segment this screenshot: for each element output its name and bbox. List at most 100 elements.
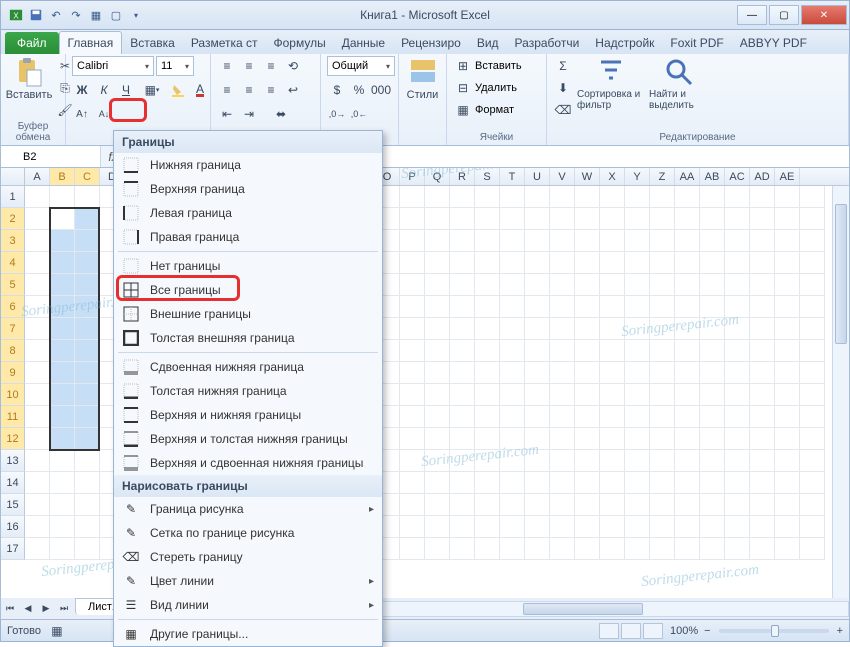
cell[interactable] <box>775 406 800 428</box>
cell[interactable] <box>700 406 725 428</box>
cell[interactable] <box>25 340 50 362</box>
cell[interactable] <box>400 516 425 538</box>
cell[interactable] <box>675 494 700 516</box>
cell[interactable] <box>575 450 600 472</box>
border-all-item[interactable]: Все границы <box>114 278 382 302</box>
cell[interactable] <box>75 252 100 274</box>
col-header[interactable]: AA <box>675 168 700 185</box>
align-right-icon[interactable]: ≡ <box>261 80 281 100</box>
cell[interactable] <box>675 428 700 450</box>
close-button[interactable]: ✕ <box>801 5 847 25</box>
cell[interactable] <box>775 274 800 296</box>
cell[interactable] <box>475 472 500 494</box>
cell[interactable] <box>50 252 75 274</box>
cell[interactable] <box>700 230 725 252</box>
cell[interactable] <box>725 384 750 406</box>
cell[interactable] <box>525 186 550 208</box>
cell[interactable] <box>775 186 800 208</box>
cell[interactable] <box>475 252 500 274</box>
cell[interactable] <box>700 186 725 208</box>
cell[interactable] <box>675 340 700 362</box>
cell[interactable] <box>50 274 75 296</box>
cell[interactable] <box>625 516 650 538</box>
cell[interactable] <box>400 318 425 340</box>
col-header[interactable]: A <box>25 168 50 185</box>
merge-icon[interactable]: ⬌ <box>261 104 301 124</box>
cell[interactable] <box>725 450 750 472</box>
cell[interactable] <box>725 362 750 384</box>
qat-icon-2[interactable]: ▢ <box>107 6 125 24</box>
col-header[interactable]: AC <box>725 168 750 185</box>
cell[interactable] <box>525 384 550 406</box>
cell[interactable] <box>775 340 800 362</box>
cell[interactable] <box>650 406 675 428</box>
cell[interactable] <box>675 296 700 318</box>
cell[interactable] <box>550 230 575 252</box>
cell[interactable] <box>550 186 575 208</box>
cell[interactable] <box>750 318 775 340</box>
cell[interactable] <box>700 274 725 296</box>
cell[interactable] <box>600 406 625 428</box>
cell[interactable] <box>650 318 675 340</box>
cell[interactable] <box>675 186 700 208</box>
cell[interactable] <box>675 318 700 340</box>
more-borders-item[interactable]: ▦Другие границы... <box>114 622 382 646</box>
wrap-text-icon[interactable]: ↩ <box>283 80 303 100</box>
cell[interactable] <box>25 428 50 450</box>
cell[interactable] <box>50 538 75 560</box>
cell[interactable] <box>50 318 75 340</box>
border-top-item[interactable]: Верхняя граница <box>114 177 382 201</box>
cell[interactable] <box>425 384 450 406</box>
cell[interactable] <box>725 318 750 340</box>
cell[interactable] <box>725 252 750 274</box>
cell[interactable] <box>575 186 600 208</box>
row-header[interactable]: 7 <box>1 318 25 340</box>
cell[interactable] <box>50 208 75 230</box>
decrease-decimal-icon[interactable]: ,0← <box>349 104 369 124</box>
cell[interactable] <box>50 516 75 538</box>
cell[interactable] <box>625 362 650 384</box>
cell[interactable] <box>500 362 525 384</box>
redo-icon[interactable]: ↷ <box>67 6 85 24</box>
cell[interactable] <box>50 406 75 428</box>
cell[interactable] <box>775 494 800 516</box>
cell[interactable] <box>800 252 825 274</box>
cell[interactable] <box>400 384 425 406</box>
cell[interactable] <box>725 516 750 538</box>
currency-icon[interactable]: $ <box>327 80 347 100</box>
cell[interactable] <box>525 472 550 494</box>
zoom-out-button[interactable]: − <box>704 625 710 637</box>
col-header[interactable]: S <box>475 168 500 185</box>
cell[interactable] <box>525 406 550 428</box>
cell[interactable] <box>475 230 500 252</box>
cell[interactable] <box>650 208 675 230</box>
cell[interactable] <box>575 274 600 296</box>
cell[interactable] <box>450 516 475 538</box>
cell[interactable] <box>25 362 50 384</box>
cell[interactable] <box>550 538 575 560</box>
cell[interactable] <box>75 516 100 538</box>
line-color-item[interactable]: ✎Цвет линии▸ <box>114 569 382 593</box>
row-header[interactable]: 14 <box>1 472 25 494</box>
cell[interactable] <box>725 230 750 252</box>
cell[interactable] <box>475 296 500 318</box>
cell[interactable] <box>475 274 500 296</box>
name-box[interactable]: B2 <box>1 146 101 167</box>
cell[interactable] <box>600 230 625 252</box>
cell[interactable] <box>450 208 475 230</box>
cell[interactable] <box>725 406 750 428</box>
cell[interactable] <box>650 472 675 494</box>
cell[interactable] <box>400 186 425 208</box>
cell[interactable] <box>450 274 475 296</box>
cell[interactable] <box>575 362 600 384</box>
cell[interactable] <box>425 252 450 274</box>
row-header[interactable]: 17 <box>1 538 25 560</box>
cell[interactable] <box>575 472 600 494</box>
cell[interactable] <box>500 186 525 208</box>
cell[interactable] <box>750 538 775 560</box>
cell[interactable] <box>75 340 100 362</box>
cell[interactable] <box>800 362 825 384</box>
cell[interactable] <box>425 230 450 252</box>
cell[interactable] <box>550 428 575 450</box>
autosum-icon[interactable]: Σ <box>553 56 573 76</box>
